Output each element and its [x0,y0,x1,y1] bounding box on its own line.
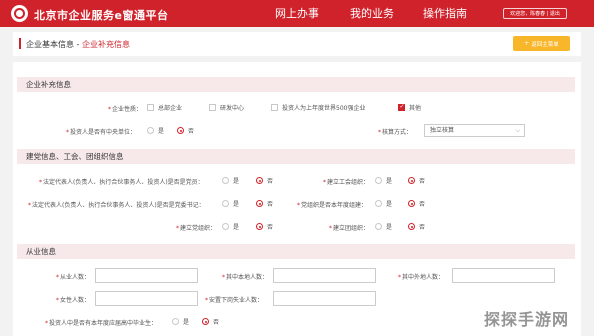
party-next-year-yes[interactable]: 是 [375,199,392,208]
section-title-supplement: 企业补充信息 [17,77,575,92]
checkbox-other[interactable] [398,103,405,111]
checkbox-hq[interactable] [147,104,154,111]
union-label: *建立工会组织： [323,179,370,186]
union-no[interactable]: 否 [408,176,425,185]
radio-party-next-year-no[interactable] [408,200,415,207]
return-button-label: 返回主菜单 [531,41,559,48]
rep-secretary-no[interactable]: 否 [256,199,273,208]
youth-org-label: *建立团组织： [329,225,370,232]
plus-icon: + [524,40,530,47]
nav-online-service[interactable]: 网上办事 [275,5,319,21]
breadcrumb-bar: 企业基本信息 - 企业补充信息 + 返回主菜单 [13,32,581,56]
top-header: 北京市企业服务e窗通平台 网上办事 我的业务 操作指南 欢迎您，陈春春 | 退出 [0,0,594,27]
radio-rep-party-yes[interactable] [222,177,229,184]
radio-union-no[interactable] [408,177,415,184]
youth-org-no[interactable]: 否 [408,222,425,231]
party-next-year-no[interactable]: 否 [408,199,425,208]
female-employees-label: *女性人数： [56,297,91,304]
rep-party-no[interactable]: 否 [256,176,273,185]
nav-guide[interactable]: 操作指南 [423,5,467,21]
rep-party-yes[interactable]: 是 [222,176,239,185]
enterprise-type-option-rnd[interactable]: 研发中心 [209,103,244,112]
radio-central-no[interactable] [177,127,184,134]
party-org-yes[interactable]: 是 [222,222,239,231]
user-links[interactable]: 欢迎您，陈春春 | 退出 [503,8,567,19]
radio-youth-org-yes[interactable] [375,223,382,230]
radio-youth-org-no[interactable] [408,223,415,230]
youth-org-yes[interactable]: 是 [375,222,392,231]
return-main-menu-button[interactable]: + 返回主菜单 [513,36,570,51]
employees-label: *从业人数： [56,274,91,281]
party-org-no[interactable]: 否 [256,222,273,231]
central-unit-label: *投资人是否有中央单位： [66,129,137,136]
radio-rep-secretary-no[interactable] [256,200,263,207]
central-unit-yes[interactable]: 是 [147,126,164,135]
radio-central-yes[interactable] [147,127,154,134]
nonlocal-employees-input[interactable] [452,268,555,283]
laidoff-label: *安置下岗失业人数： [205,297,264,304]
site-title: 北京市企业服务e窗通平台 [34,9,169,22]
union-yes[interactable]: 是 [375,176,392,185]
graduates-yes[interactable]: 是 [172,317,189,326]
breadcrumb-prefix[interactable]: 企业基本信息 - [26,40,82,49]
enterprise-type-option-top500[interactable]: 投资人为上年度世界500强企业 [271,103,365,112]
watermark: 探探手游网 [484,310,570,329]
graduates-no[interactable]: 否 [202,317,219,326]
section-title-party: 建党信息、工会、团组织信息 [17,149,575,164]
central-unit-no[interactable]: 否 [177,126,194,135]
radio-party-org-yes[interactable] [222,223,229,230]
radio-party-org-no[interactable] [256,223,263,230]
nav-my-business[interactable]: 我的业务 [350,5,394,21]
breadcrumb-current: 企业补充信息 [81,40,130,49]
local-employees-input[interactable] [273,268,376,283]
nonlocal-employees-label: *其中外地人数： [398,274,445,281]
checkbox-top500[interactable] [271,104,278,111]
accounting-select[interactable]: 独立核算 ⌵ [424,124,525,137]
accounting-label: *核算方式： [378,129,413,136]
logo-icon [11,5,28,22]
radio-graduates-yes[interactable] [172,318,179,325]
female-employees-input[interactable] [95,291,198,306]
laidoff-input[interactable] [273,291,376,306]
graduates-label: *投资人中是否有本年度应届高中毕业生： [45,320,158,327]
radio-union-yes[interactable] [375,177,382,184]
section-title-staff: 从业信息 [17,244,575,259]
party-next-year-label: *党组织是否本年度组建： [297,202,368,209]
employees-input[interactable] [95,268,198,283]
radio-rep-secretary-yes[interactable] [222,200,229,207]
rep-secretary-label: *法定代表人(负责人、执行合伙事务人、投资人)是否是党委书记： [28,202,205,209]
rep-secretary-yes[interactable]: 是 [222,199,239,208]
chevron-down-icon: ⌵ [515,127,520,134]
party-org-label: *建立党组织： [176,225,217,232]
enterprise-type-option-hq[interactable]: 总部企业 [147,103,182,112]
rep-party-member-label: *法定代表人(负责人、执行合伙事务人、投资人)是否是党员： [39,179,204,186]
radio-party-next-year-yes[interactable] [375,200,382,207]
enterprise-type-option-other[interactable]: 其他 [398,103,421,112]
checkbox-rnd[interactable] [209,104,216,111]
local-employees-label: *其中本地人数： [222,274,269,281]
enterprise-type-label: *企业性质： [108,106,143,113]
radio-rep-party-no[interactable] [256,177,263,184]
breadcrumb: 企业基本信息 - 企业补充信息 [26,39,130,50]
radio-graduates-no[interactable] [202,318,209,325]
breadcrumb-accent [19,38,21,49]
